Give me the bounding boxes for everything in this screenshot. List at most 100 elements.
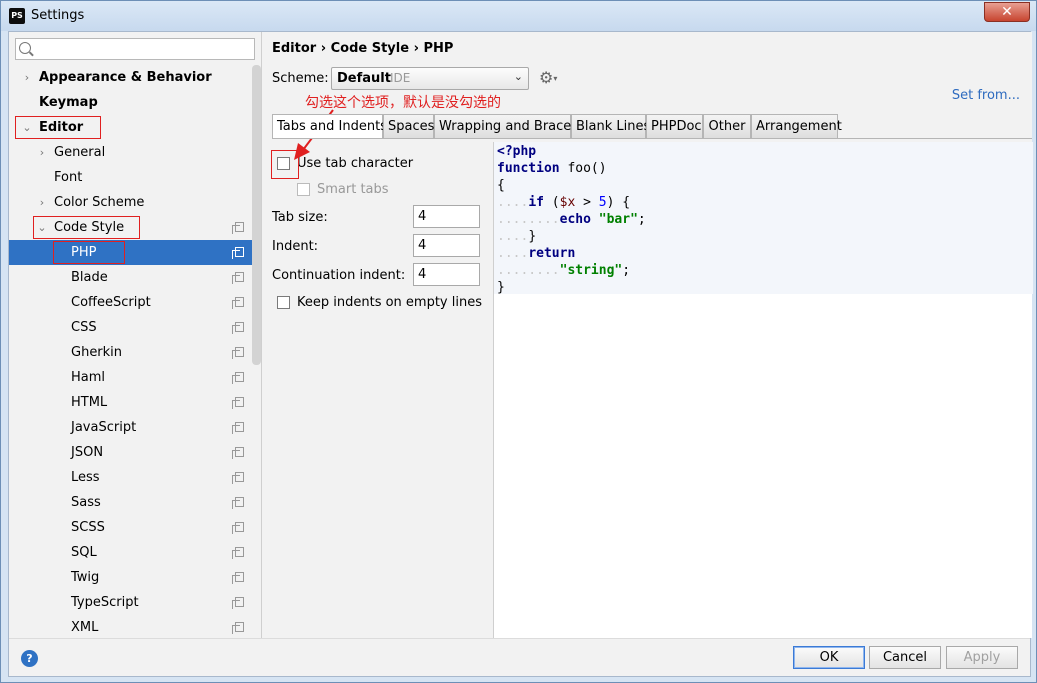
dialog-body: › Appearance & Behavior Keymap ⌄ Editor …: [8, 31, 1033, 677]
tree-item-css[interactable]: CSS: [9, 315, 244, 340]
project-scope-icon: [232, 597, 244, 609]
code-token: $x: [559, 195, 576, 210]
code-token: ;: [637, 212, 646, 227]
tree-item-label: JSON: [71, 445, 104, 460]
tree-item-label: Keymap: [39, 95, 98, 110]
tree-item-label: CoffeeScript: [71, 295, 151, 310]
tab-size-input[interactable]: [413, 205, 480, 228]
tree-item-label: HTML: [71, 395, 108, 410]
gear-icon[interactable]: ⚙▾: [539, 68, 557, 87]
tree-item-coffeescript[interactable]: CoffeeScript: [9, 290, 244, 315]
tree-item-appearance-behavior[interactable]: › Appearance & Behavior: [9, 65, 234, 90]
project-scope-icon: [232, 322, 244, 334]
tree-item-label: Gherkin: [71, 345, 123, 360]
tree-item-javascript[interactable]: JavaScript: [9, 415, 244, 440]
tab-other[interactable]: Other: [703, 114, 751, 139]
tree-item-sass[interactable]: Sass: [9, 490, 244, 515]
scheme-descriptor: IDE: [390, 71, 411, 85]
code-token: "string": [559, 263, 623, 278]
tab-blank-lines[interactable]: Blank Lines: [571, 114, 650, 139]
project-scope-icon: [232, 247, 244, 259]
ok-button[interactable]: OK: [793, 646, 865, 669]
title-bar: PS Settings ✕: [1, 1, 1036, 31]
use-tab-label: Use tab character: [297, 156, 414, 171]
tree-item-label: Color Scheme: [54, 195, 145, 210]
code-token: }: [497, 280, 505, 295]
project-scope-icon: [232, 397, 244, 409]
tab-wrapping-and-braces[interactable]: Wrapping and Braces: [434, 114, 578, 139]
tree-item-twig[interactable]: Twig: [9, 565, 244, 590]
tree-item-label: Less: [71, 470, 100, 485]
tree-item-color-scheme[interactable]: › Color Scheme: [9, 190, 234, 215]
tab-spaces[interactable]: Spaces: [383, 114, 434, 139]
project-scope-icon: [232, 497, 244, 509]
code-token: (: [543, 195, 560, 210]
set-from-link[interactable]: Set from...: [952, 88, 1020, 103]
tab-tabs-and-indents[interactable]: Tabs and Indents: [272, 114, 387, 139]
tree-item-haml[interactable]: Haml: [9, 365, 244, 390]
sidebar-scrollbar[interactable]: [252, 65, 261, 365]
project-scope-icon: [232, 447, 244, 459]
cancel-button[interactable]: Cancel: [869, 646, 941, 669]
tree-item-general[interactable]: › General: [9, 140, 234, 165]
tree-item-label: Haml: [71, 370, 106, 385]
tree-item-keymap[interactable]: Keymap: [9, 90, 234, 115]
search-input[interactable]: [34, 39, 252, 59]
settings-sidebar: › Appearance & Behavior Keymap ⌄ Editor …: [9, 32, 262, 638]
tree-item-less[interactable]: Less: [9, 465, 244, 490]
tree-item-font[interactable]: Font: [9, 165, 234, 190]
project-scope-icon: [232, 347, 244, 359]
chevron-right-icon[interactable]: ›: [36, 190, 48, 215]
code-token: if: [528, 195, 544, 210]
tree-item-xml[interactable]: XML: [9, 615, 244, 638]
tree-item-scss[interactable]: SCSS: [9, 515, 244, 540]
tree-item-php[interactable]: PHP: [9, 240, 254, 265]
help-icon[interactable]: ?: [21, 650, 38, 667]
chevron-right-icon[interactable]: ›: [36, 140, 48, 165]
tree-item-sql[interactable]: SQL: [9, 540, 244, 565]
tree-item-label: Font: [54, 170, 83, 185]
project-scope-icon: [232, 372, 244, 384]
tree-item-label: Sass: [71, 495, 101, 510]
code-token: ;: [622, 263, 631, 278]
keep-indents-checkbox[interactable]: [277, 296, 290, 309]
highlight-code-style: [33, 216, 140, 239]
tree-item-label: Appearance & Behavior: [39, 70, 212, 85]
apply-button[interactable]: Apply: [946, 646, 1018, 669]
tree-item-html[interactable]: HTML: [9, 390, 244, 415]
chevron-down-icon: ⌄: [513, 70, 523, 83]
tab-phpdoc[interactable]: PHPDoc: [646, 114, 703, 139]
code-preview[interactable]: <?php function foo() { ....if ($x > 5) {…: [493, 142, 1033, 638]
search-icon: [19, 42, 31, 54]
close-button[interactable]: ✕: [984, 2, 1030, 22]
continuation-indent-input[interactable]: [413, 263, 480, 286]
tree-item-gherkin[interactable]: Gherkin: [9, 340, 244, 365]
options-panel: Use tab character Smart tabs Tab size: I…: [263, 142, 492, 638]
tree-item-label: SCSS: [71, 520, 105, 535]
indent-input[interactable]: [413, 234, 480, 257]
highlight-use-tab: [271, 150, 299, 179]
tree-item-label: CSS: [71, 320, 97, 335]
tree-item-label: SQL: [71, 545, 97, 560]
code-token: echo: [559, 212, 591, 227]
tree-item-label: Blade: [71, 270, 108, 285]
tree-item-typescript[interactable]: TypeScript: [9, 590, 244, 615]
code-token: "bar": [598, 212, 638, 227]
app-icon: PS: [9, 8, 25, 24]
tree-item-json[interactable]: JSON: [9, 440, 244, 465]
chevron-right-icon[interactable]: ›: [21, 65, 33, 90]
search-field[interactable]: [15, 38, 255, 60]
smart-tabs-label: Smart tabs: [317, 182, 389, 197]
tree-item-label: General: [54, 145, 106, 160]
tree-item-blade[interactable]: Blade: [9, 265, 244, 290]
settings-window: PS Settings ✕ › Appearance & Behavior Ke…: [0, 0, 1037, 683]
smart-tabs-checkbox[interactable]: [297, 183, 310, 196]
code-token: ) {: [606, 195, 631, 210]
tab-arrangement[interactable]: Arrangement: [751, 114, 842, 139]
code-token: 5: [598, 195, 607, 210]
project-scope-icon: [232, 622, 244, 634]
project-scope-icon: [232, 472, 244, 484]
tree-item-label: JavaScript: [71, 420, 137, 435]
tree-item-label: TypeScript: [71, 595, 139, 610]
code-token: }: [528, 229, 537, 244]
